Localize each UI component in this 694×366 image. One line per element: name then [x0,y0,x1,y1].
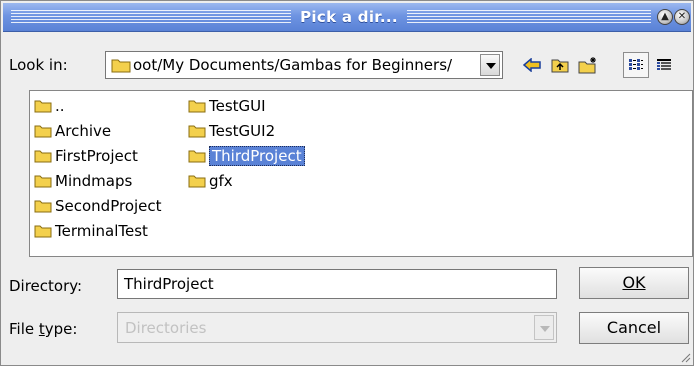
file-list-item-label: gfx [209,172,233,190]
file-list-item[interactable]: gfx [188,170,233,192]
folder-icon [111,59,131,73]
file-list-item[interactable]: FirstProject [34,145,138,167]
close-button[interactable]: ✕ [674,9,690,25]
file-list-item[interactable]: Mindmaps [34,170,132,192]
folder-icon [34,100,52,113]
ok-button-label: OK [622,273,646,292]
file-list-item-label: ThirdProject [209,146,305,166]
title-bar[interactable]: Pick a dir... ▲ ✕ [3,3,691,32]
directory-input[interactable]: ThirdProject [117,269,557,299]
parent-folder-icon [551,59,569,73]
file-list-item[interactable]: .. [34,95,65,117]
folder-icon [188,175,206,188]
file-list-item[interactable]: ThirdProject [188,145,305,167]
file-list-item[interactable]: TerminalTest [34,220,148,242]
pick-dir-dialog: Pick a dir... ▲ ✕ Look in: oot/My Docume… [0,0,694,366]
file-type-value: Directories [125,319,207,337]
file-type-label: File type: [9,320,78,338]
new-folder-button[interactable] [575,52,601,78]
folder-icon [34,225,52,238]
title-bar-grip-left [11,10,291,24]
look-in-combo[interactable]: oot/My Documents/Gambas for Beginners/ [105,51,503,79]
file-list-item-label: .. [55,97,65,115]
ok-button[interactable]: OK [579,267,689,299]
cancel-button[interactable]: Cancel [579,312,689,344]
new-folder-icon [578,57,596,74]
look-in-label-text: Look in: [9,56,68,74]
resize-grip-icon[interactable] [679,351,691,363]
window-title: Pick a dir... [300,8,398,26]
shade-button[interactable]: ▲ [657,9,673,25]
directory-label: Directory: [9,277,82,295]
look-in-path: oot/My Documents/Gambas for Beginners/ [133,56,453,74]
file-list-item[interactable]: SecondProject [34,195,162,217]
file-list-item[interactable]: TestGUI [188,95,266,117]
folder-icon [188,100,206,113]
folder-icon [34,150,52,163]
file-list-item[interactable]: TestGUI2 [188,120,275,142]
list-view-button[interactable] [623,52,649,78]
title-bar-grip-right [407,10,651,24]
file-list-item-label: TerminalTest [55,222,148,240]
file-list-item-label: SecondProject [55,197,162,215]
file-list-item-label: TestGUI [209,97,266,115]
file-list-item-label: FirstProject [55,147,138,165]
file-list-item-label: TestGUI2 [209,122,276,140]
file-list-item-label: Mindmaps [55,172,133,190]
look-in-dropdown-arrow[interactable] [480,54,500,76]
directory-label-text: Directory: [9,277,83,295]
folder-icon [34,200,52,213]
file-list[interactable]: .. Archive FirstProject Mindmaps SecondProje… [29,90,693,257]
folder-icon [188,150,206,163]
back-arrow-icon [523,58,541,72]
list-view-icon [629,59,643,70]
look-in-label: Look in: [9,56,68,74]
back-button[interactable] [519,52,545,78]
parent-folder-button[interactable] [547,52,573,78]
folder-icon [188,125,206,138]
detail-view-icon [657,59,671,70]
detail-view-button[interactable] [651,52,677,78]
cancel-button-label: Cancel [606,318,662,337]
folder-icon [34,125,52,138]
file-list-item-label: Archive [55,122,112,140]
file-type-dropdown-arrow [534,315,554,340]
folder-icon [34,175,52,188]
file-type-combo: Directories [117,312,557,343]
file-list-item[interactable]: Archive [34,120,111,142]
